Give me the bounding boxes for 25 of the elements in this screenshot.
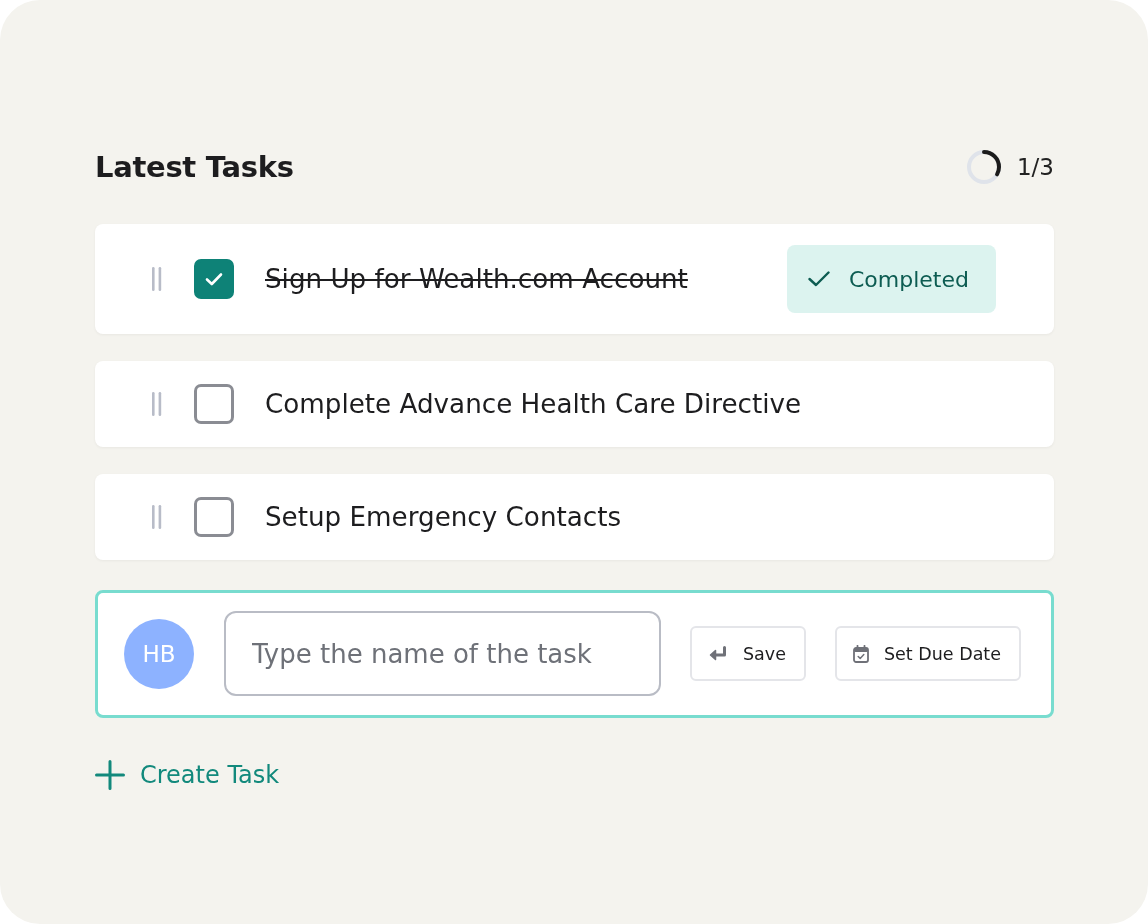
task-row[interactable]: Complete Advance Health Care Directive	[95, 361, 1054, 447]
status-label: Completed	[849, 266, 969, 292]
task-checkbox[interactable]	[194, 497, 234, 537]
calendar-icon	[852, 644, 869, 663]
create-task-button[interactable]: Create Task	[95, 760, 280, 790]
section-title: Latest Tasks	[95, 150, 294, 184]
due-date-button[interactable]: Set Due Date	[834, 626, 1021, 681]
task-title: Setup Emergency Contacts	[265, 502, 623, 532]
progress-count: 1/3	[1017, 154, 1054, 180]
task-title: Complete Advance Health Care Directive	[265, 389, 803, 419]
plus-icon	[95, 760, 125, 790]
checkmark-icon	[205, 272, 223, 286]
check-icon	[808, 271, 830, 287]
task-row[interactable]: Sign Up for Wealth.com Account Completed	[95, 224, 1054, 334]
task-checkbox[interactable]	[194, 259, 234, 299]
drag-handle-icon[interactable]	[150, 392, 162, 416]
task-title: Sign Up for Wealth.com Account	[265, 264, 689, 294]
drag-handle-icon[interactable]	[150, 505, 162, 529]
return-icon	[708, 645, 728, 662]
avatar: HB	[124, 618, 194, 689]
task-name-input[interactable]: Type the name of the task	[224, 611, 661, 696]
task-checkbox[interactable]	[194, 384, 234, 424]
drag-handle-icon[interactable]	[150, 267, 162, 291]
task-row[interactable]: Setup Emergency Contacts	[95, 474, 1054, 560]
save-button[interactable]: Save	[690, 626, 806, 681]
